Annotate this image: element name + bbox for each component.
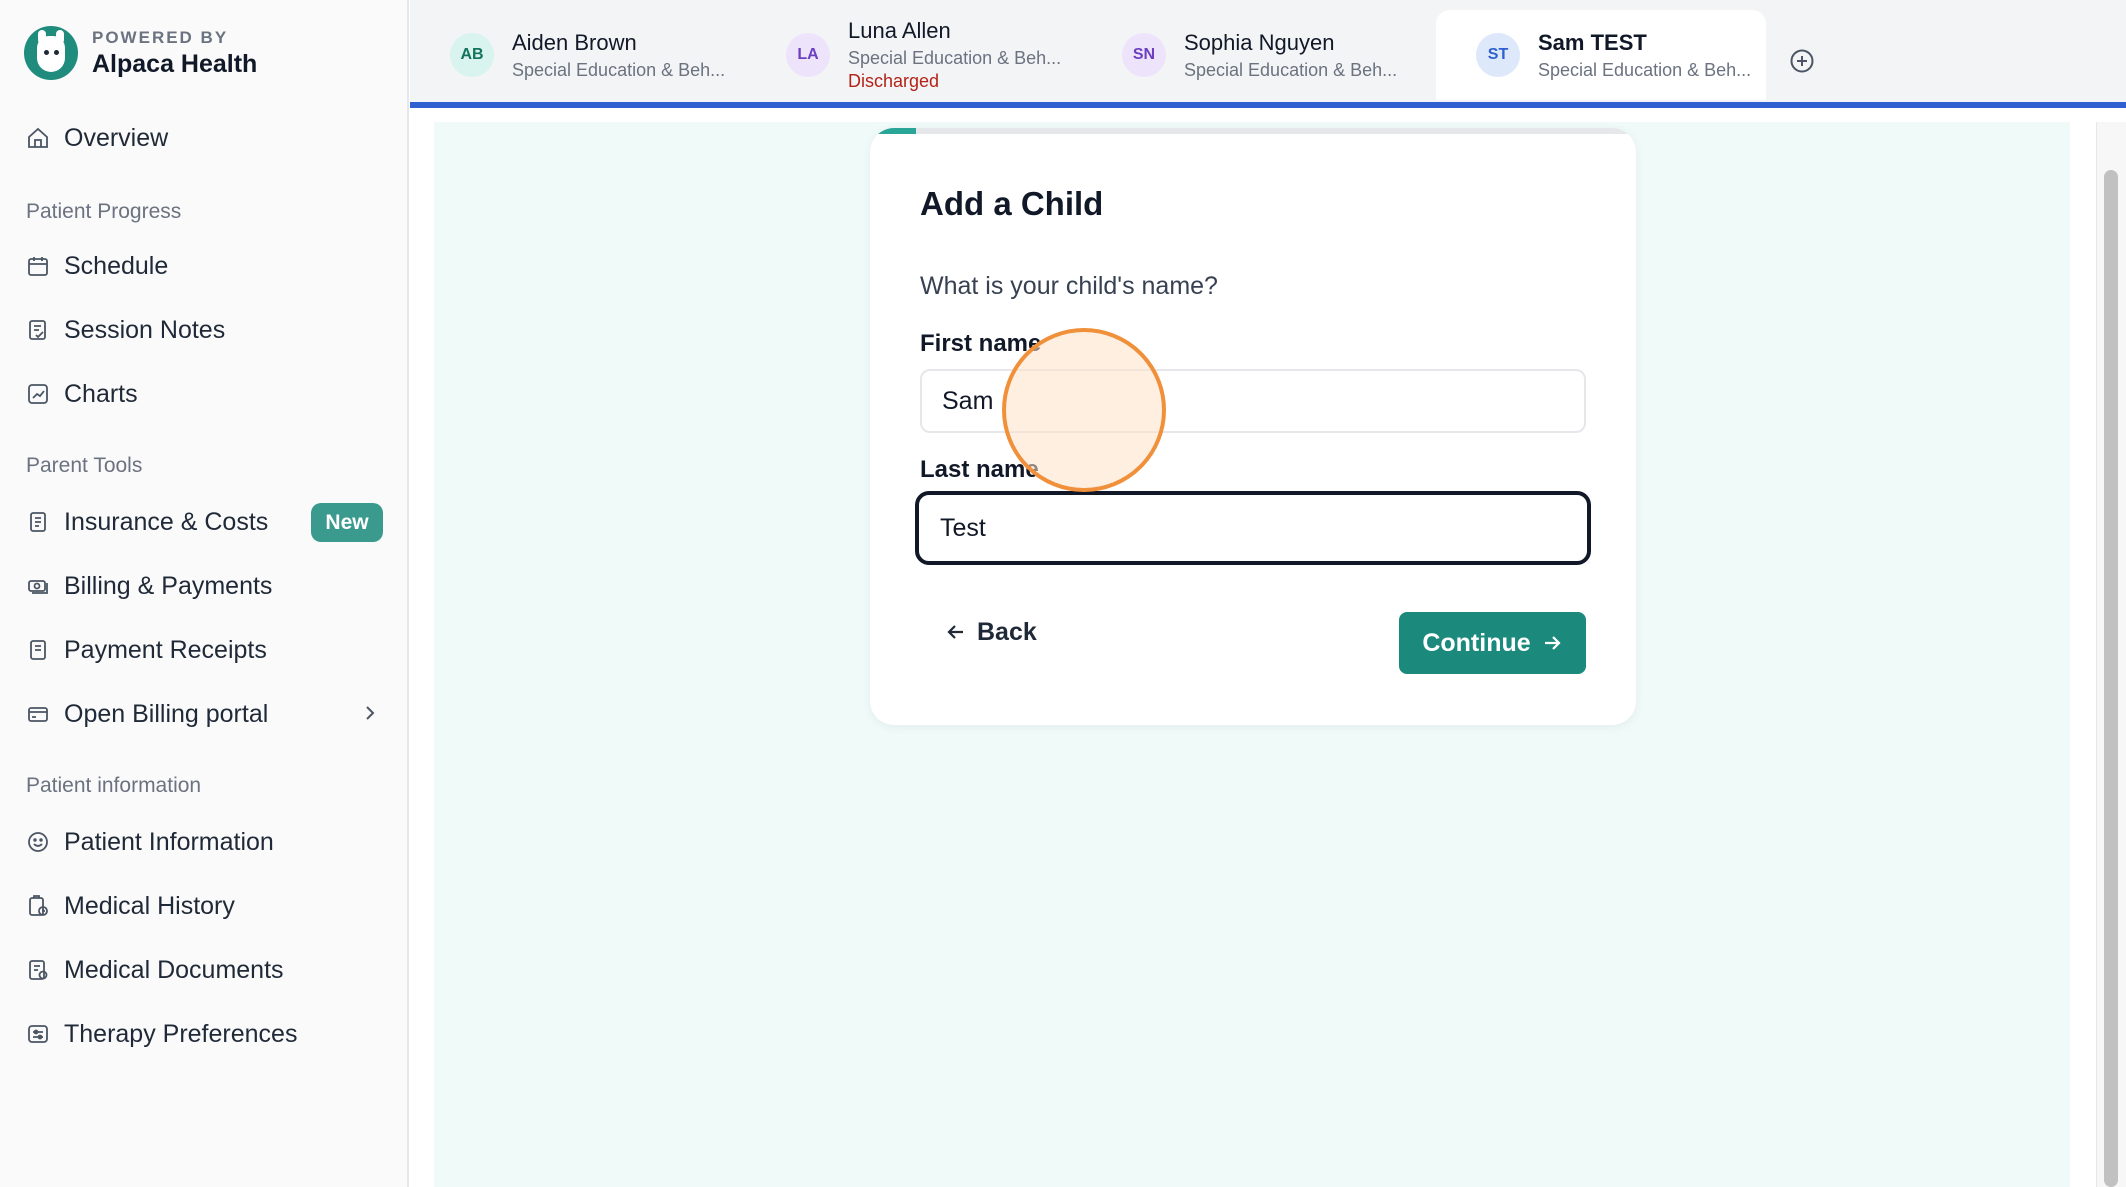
section-title-patient-progress: Patient Progress	[26, 200, 182, 223]
page-title: Add a Child	[920, 185, 1104, 222]
medical-document-icon	[26, 958, 50, 982]
discharged-status: Discharged	[848, 71, 940, 91]
sidebar-item-receipts[interactable]: Payment Receipts	[26, 628, 386, 672]
tab-patient-aiden-brown[interactable]: AB Aiden Brown Special Education & Beh..…	[410, 10, 740, 100]
tab-patient-name: Sophia Nguyen	[1184, 29, 1335, 55]
sidebar-item-label: Overview	[64, 123, 169, 152]
sidebar-item-label: Insurance & Costs	[64, 507, 269, 536]
sidebar-item-medical-history[interactable]: Medical History	[26, 884, 386, 928]
form-question: What is your child's name?	[920, 272, 1218, 300]
sidebar-item-medical-documents[interactable]: Medical Documents	[26, 948, 386, 992]
back-button-label: Back	[977, 617, 1037, 646]
sidebar-item-label: Session Notes	[64, 315, 226, 344]
sidebar-item-label: Schedule	[64, 251, 169, 280]
sidebar-item-overview[interactable]: Overview	[26, 116, 386, 160]
avatar: SN	[1122, 33, 1166, 77]
add-tab-plus-icon[interactable]	[1789, 48, 1815, 74]
brand-name: Alpaca Health	[92, 49, 258, 78]
alpaca-logo-icon	[24, 26, 78, 80]
sidebar-item-label: Medical History	[64, 891, 235, 920]
home-icon	[26, 126, 50, 150]
sidebar-item-schedule[interactable]: Schedule	[26, 244, 386, 288]
arrow-left-icon	[947, 625, 963, 639]
sidebar-item-billing-portal[interactable]: Open Billing portal	[26, 692, 386, 736]
last-name-field[interactable]	[915, 491, 1591, 565]
tab-patient-sam-test[interactable]: ST Sam TEST Special Education & Beh...	[1436, 10, 1766, 100]
sidebar-item-session-notes[interactable]: Session Notes	[26, 308, 386, 352]
brand-powered-by: POWERED BY	[92, 27, 229, 47]
form-progress-track	[870, 128, 1636, 134]
scrollbar-thumb[interactable]	[2104, 170, 2118, 1187]
sidebar-item-label: Open Billing portal	[64, 699, 269, 728]
sidebar-item-label: Payment Receipts	[64, 635, 267, 664]
tab-patient-name: Luna Allen	[848, 18, 951, 43]
brand[interactable]: POWERED BY Alpaca Health	[24, 26, 257, 80]
tab-patient-program: Special Education & Beh...	[848, 48, 1062, 68]
tab-patient-program: Special Education & Beh...	[512, 59, 726, 80]
smile-icon	[26, 830, 50, 854]
back-button[interactable]: Back	[945, 612, 1037, 652]
click-indicator	[1002, 328, 1166, 492]
credit-card-icon	[26, 702, 50, 726]
chart-icon	[26, 382, 50, 406]
sidebar-item-label: Charts	[64, 379, 138, 408]
section-title-parent-tools: Parent Tools	[26, 454, 143, 477]
sidebar-item-billing[interactable]: Billing & Payments	[26, 564, 386, 608]
avatar: AB	[450, 33, 494, 77]
tab-underline	[410, 102, 2126, 108]
avatar: LA	[786, 33, 830, 77]
tab-patient-name: Sam TEST	[1538, 29, 1647, 55]
tab-patient-name: Aiden Brown	[512, 29, 637, 55]
sidebar-item-label: Patient Information	[64, 827, 274, 856]
tab-patient-program: Special Education & Beh...	[1184, 59, 1398, 80]
document-icon	[26, 510, 50, 534]
preferences-icon	[26, 1022, 50, 1046]
new-badge: New	[311, 503, 383, 542]
sidebar-item-label: Billing & Payments	[64, 571, 273, 600]
tab-patient-sophia-nguyen[interactable]: SN Sophia Nguyen Special Education & Beh…	[1082, 10, 1412, 100]
receipt-icon	[26, 638, 50, 662]
notes-icon	[26, 318, 50, 342]
continue-button-label: Continue	[1422, 628, 1531, 657]
avatar: ST	[1476, 33, 1520, 77]
sidebar-item-patient-information[interactable]: Patient Information	[26, 820, 386, 864]
sidebar-item-label: Therapy Preferences	[64, 1019, 298, 1048]
sidebar-item-charts[interactable]: Charts	[26, 372, 386, 416]
calendar-icon	[26, 254, 50, 278]
chevron-right-icon[interactable]	[360, 701, 380, 725]
continue-button[interactable]: Continue	[1399, 612, 1586, 674]
sidebar-item-label: Medical Documents	[64, 955, 284, 984]
add-child-card: Add a Child What is your child's name? F…	[870, 128, 1636, 725]
tab-patient-luna-allen[interactable]: LA Luna Allen Special Education & Beh...…	[746, 10, 1076, 100]
form-progress-fill	[870, 128, 916, 134]
section-title-patient-information: Patient information	[26, 774, 202, 797]
sidebar-item-therapy-preferences[interactable]: Therapy Preferences	[26, 1012, 386, 1056]
arrow-right-icon	[1544, 636, 1561, 650]
medical-history-icon	[26, 894, 50, 918]
sidebar: POWERED BY Alpaca Health Overview Patien…	[0, 0, 409, 1187]
tab-patient-program: Special Education & Beh...	[1538, 59, 1752, 80]
money-icon	[26, 574, 50, 598]
